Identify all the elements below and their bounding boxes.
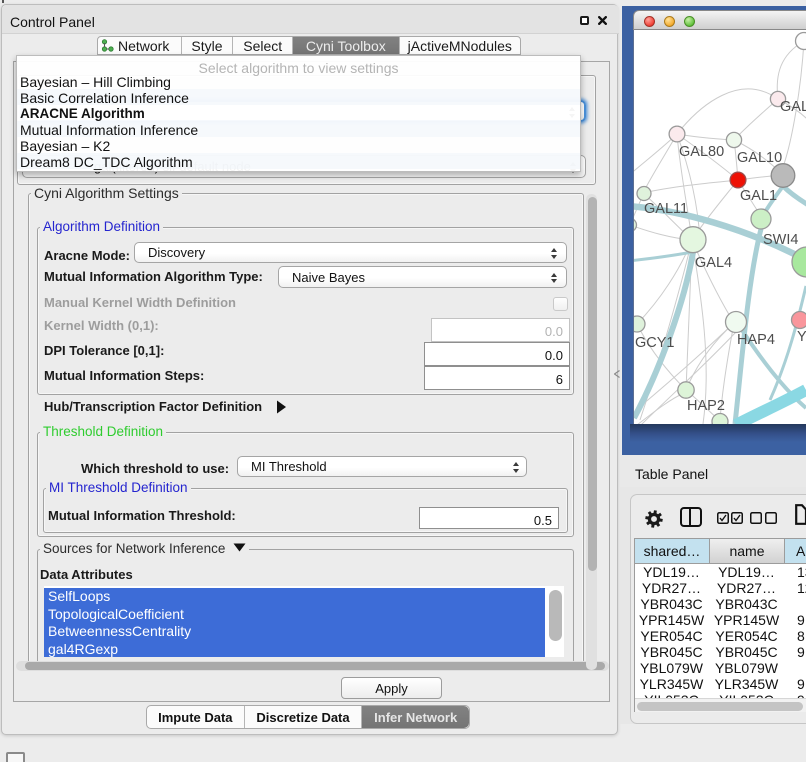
svg-text:YJ: YJ	[797, 329, 806, 345]
svg-text:HAP2: HAP2	[687, 398, 725, 414]
svg-text:GCY1: GCY1	[635, 335, 675, 351]
svg-text:GAL1: GAL1	[740, 188, 777, 204]
svg-text:GAL7: GAL7	[780, 99, 806, 115]
svg-text:GAL11: GAL11	[644, 201, 688, 217]
svg-text:GAL4: GAL4	[695, 255, 732, 271]
svg-text:HAP4: HAP4	[737, 332, 775, 348]
svg-text:SWI4: SWI4	[763, 232, 798, 248]
svg-text:GAL80: GAL80	[679, 144, 724, 160]
svg-text:GAL10: GAL10	[737, 150, 782, 166]
